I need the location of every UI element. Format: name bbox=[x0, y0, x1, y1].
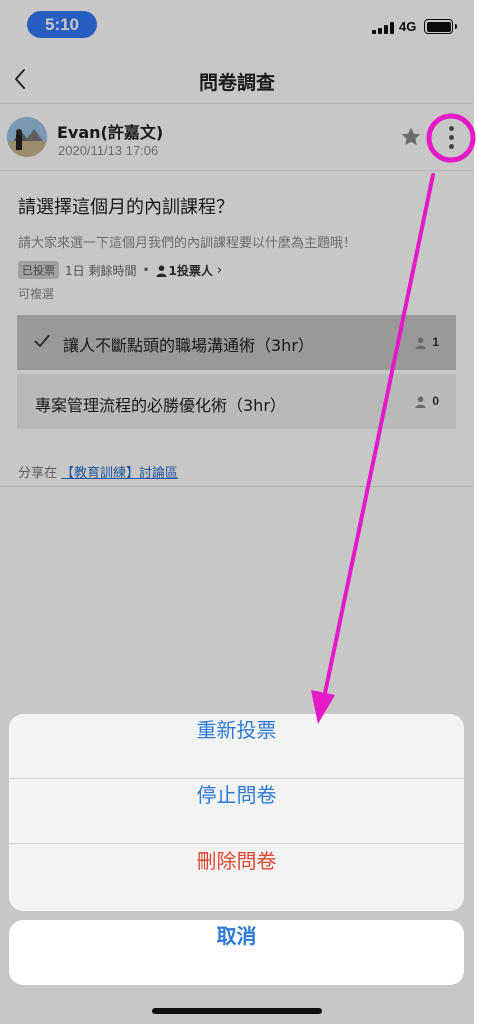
screen: 5:10 4G 問卷調查 Evan(許嘉文) 2020/11/13 17:06 bbox=[0, 0, 474, 1024]
action-sheet: 重新投票 停止問卷 刪除問卷 bbox=[9, 714, 464, 911]
cancel-button[interactable]: 取消 bbox=[9, 920, 464, 985]
home-indicator bbox=[152, 1008, 322, 1014]
revote-button[interactable]: 重新投票 bbox=[9, 714, 464, 779]
delete-poll-button[interactable]: 刪除問卷 bbox=[9, 845, 464, 910]
stop-poll-button[interactable]: 停止問卷 bbox=[9, 779, 464, 844]
screen-edge bbox=[474, 0, 478, 1024]
